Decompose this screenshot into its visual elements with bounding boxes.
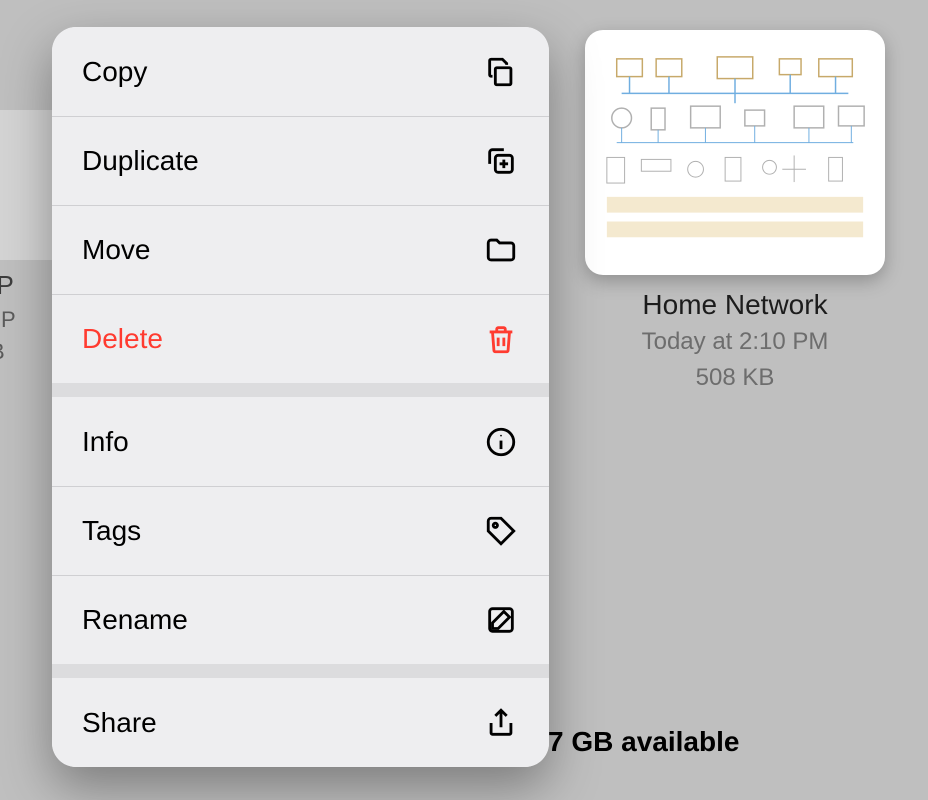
menu-item-tags[interactable]: Tags bbox=[52, 486, 549, 575]
menu-item-label: Delete bbox=[82, 323, 163, 355]
context-menu: Copy Duplicate Move Delete Info bbox=[52, 27, 549, 767]
menu-group-3: Share bbox=[52, 664, 549, 767]
file-item[interactable]: Home Network Today at 2:10 PM 508 KB bbox=[585, 30, 885, 393]
menu-item-label: Move bbox=[82, 234, 150, 266]
menu-item-label: Tags bbox=[82, 515, 141, 547]
rename-icon bbox=[483, 602, 519, 638]
menu-item-info[interactable]: Info bbox=[52, 397, 549, 486]
menu-item-move[interactable]: Move bbox=[52, 205, 549, 294]
menu-item-label: Rename bbox=[82, 604, 188, 636]
menu-item-rename[interactable]: Rename bbox=[52, 575, 549, 664]
file-thumbnail bbox=[585, 30, 885, 275]
menu-item-label: Info bbox=[82, 426, 129, 458]
menu-item-copy[interactable]: Copy bbox=[52, 27, 549, 116]
menu-item-label: Share bbox=[82, 707, 157, 739]
file-size: 508 KB bbox=[585, 363, 885, 393]
duplicate-icon bbox=[483, 143, 519, 179]
file-date: Today at 2:10 PM bbox=[585, 327, 885, 357]
menu-item-label: Copy bbox=[82, 56, 147, 88]
menu-item-label: Duplicate bbox=[82, 145, 199, 177]
menu-item-share[interactable]: Share bbox=[52, 678, 549, 767]
menu-item-delete[interactable]: Delete bbox=[52, 294, 549, 383]
storage-available: 7 GB available bbox=[548, 726, 739, 758]
trash-icon bbox=[483, 321, 519, 357]
info-icon bbox=[483, 424, 519, 460]
file-name: Home Network bbox=[585, 289, 885, 321]
folder-icon bbox=[483, 232, 519, 268]
copy-icon bbox=[483, 54, 519, 90]
network-diagram-icon bbox=[597, 42, 873, 263]
share-icon bbox=[483, 705, 519, 741]
menu-group-1: Copy Duplicate Move Delete bbox=[52, 27, 549, 383]
menu-item-duplicate[interactable]: Duplicate bbox=[52, 116, 549, 205]
menu-group-2: Info Tags Rename bbox=[52, 383, 549, 664]
tag-icon bbox=[483, 513, 519, 549]
